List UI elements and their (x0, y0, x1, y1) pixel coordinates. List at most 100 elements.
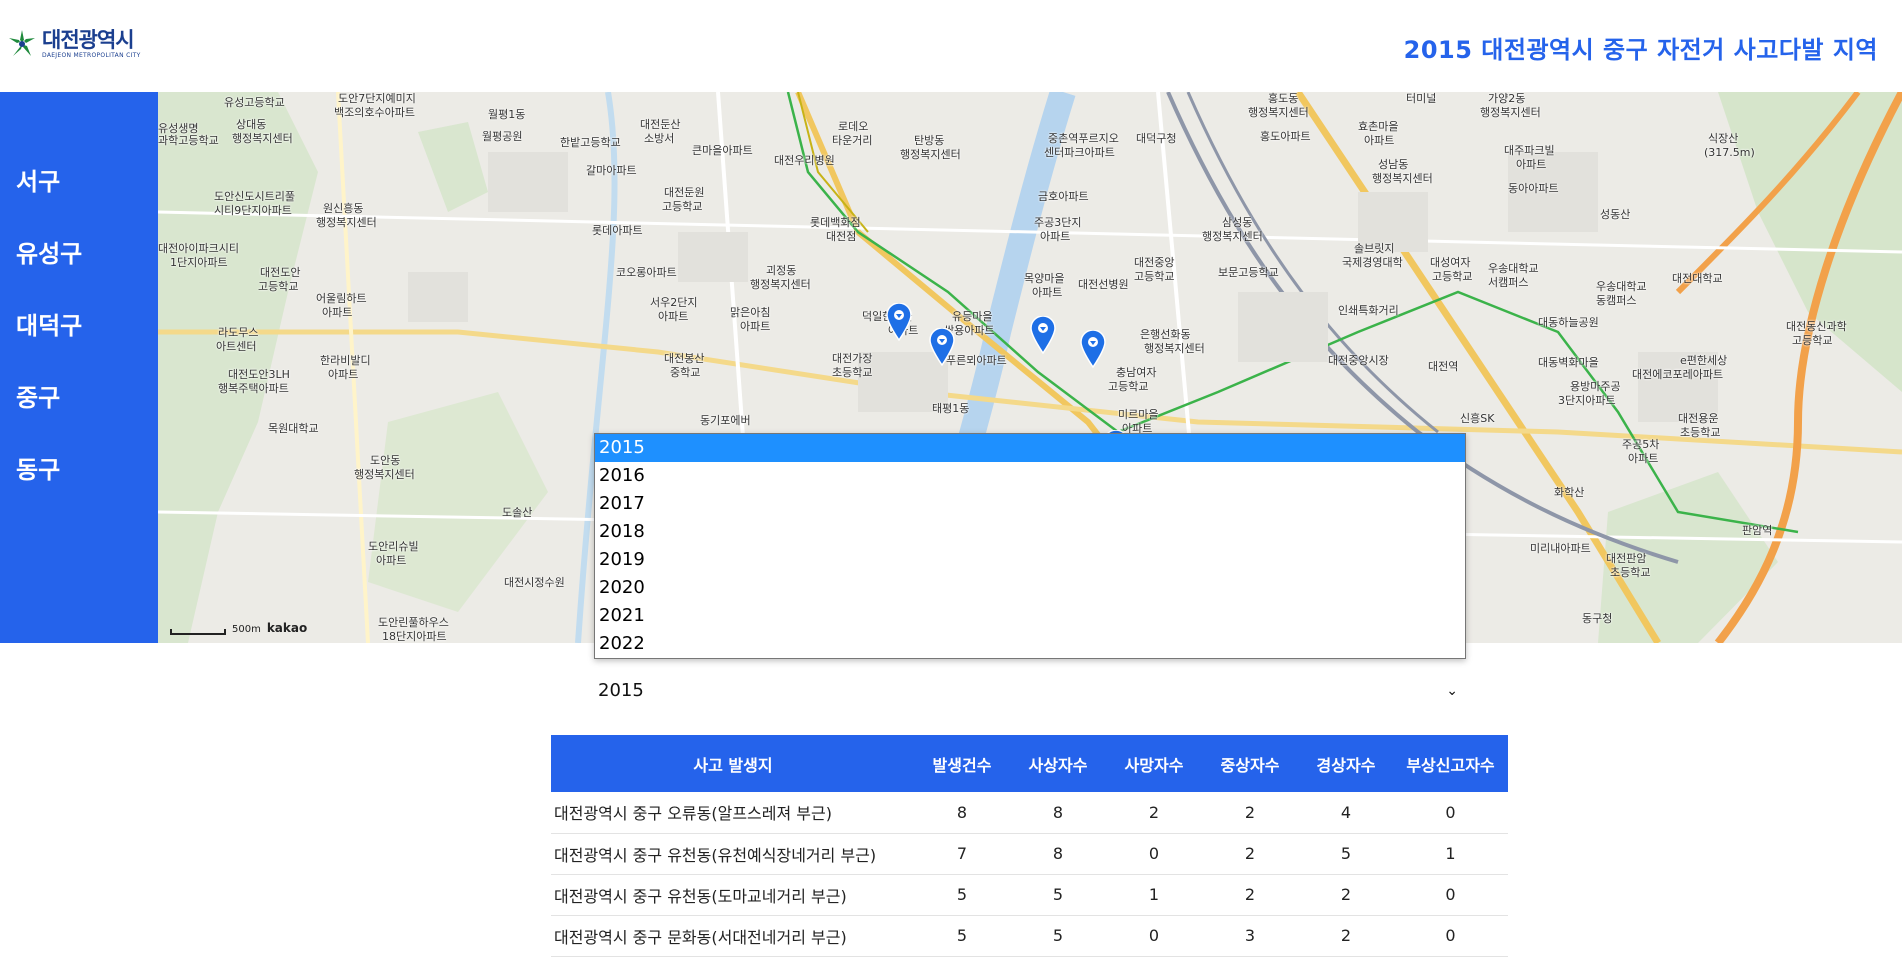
sidebar-item-jung-gu[interactable]: 중구 (0, 378, 158, 450)
map-label: 시티9단지아파트 (214, 204, 292, 217)
map-label: 행정복지센터 (750, 278, 811, 291)
map-label: 아파트 (376, 554, 407, 567)
map-label: 어울림하트 (316, 292, 367, 305)
year-option[interactable]: 2016 (595, 462, 1465, 490)
map-label: 대동하늘공원 (1538, 316, 1599, 329)
map-label: 금호아파트 (1038, 190, 1089, 203)
sidebar-item-daedeok-gu[interactable]: 대덕구 (0, 306, 158, 378)
cell-value: 5 (1299, 833, 1393, 875)
cell-value: 8 (1009, 792, 1107, 834)
map-label: 대성여자 (1430, 256, 1471, 269)
map-label: 대전판암 (1606, 552, 1647, 565)
map-label: 식장산 (1708, 132, 1739, 145)
map-label: 소방서 (644, 132, 675, 145)
map-label: 유등마을 (952, 310, 993, 323)
map-label: 월평공원 (482, 130, 523, 143)
map-label: 타운거리 (832, 134, 873, 147)
scale-text: 500m (232, 624, 261, 635)
header-casualties: 사상자수 (1009, 735, 1107, 792)
map-label: 괴정동 (766, 264, 797, 277)
map-label: 중촌역푸르지오 (1048, 132, 1119, 145)
map-label: 행복주택아파트 (218, 382, 289, 395)
map-label: 대전중앙시장 (1328, 354, 1389, 367)
accident-marker-icon[interactable] (1080, 330, 1106, 368)
year-option[interactable]: 2015 (595, 434, 1465, 462)
map-label: 우송대학교 (1596, 280, 1647, 293)
year-option[interactable]: 2021 (595, 602, 1465, 630)
accident-marker-icon[interactable] (886, 303, 912, 341)
year-option[interactable]: 2017 (595, 490, 1465, 518)
map-label: 대전우리병원 (774, 154, 835, 167)
map-label: 행정복지센터 (354, 468, 415, 481)
year-option[interactable]: 2018 (595, 518, 1465, 546)
map-label: 대전둔산 (640, 118, 681, 131)
map-label: 가양2동 (1488, 92, 1526, 105)
map-label: 서캠퍼스 (1488, 276, 1529, 289)
cell-value: 8 (915, 792, 1009, 834)
map-label: 고등학교 (258, 280, 299, 293)
map-label: 동아아파트 (1508, 182, 1559, 195)
map-label: 고등학교 (662, 200, 703, 213)
map-label: 은행선화동 (1140, 328, 1191, 341)
map-label: 코오롱아파트 (616, 266, 677, 279)
daejeon-logo[interactable]: 대전광역시 DAEJEON METROPOLITAN CITY (6, 28, 141, 60)
map-label: 대전용운 (1678, 412, 1719, 425)
sidebar-item-dong-gu[interactable]: 동구 (0, 450, 158, 522)
cell-value: 0 (1107, 833, 1201, 875)
map-label: 대전아이파크시티 (158, 242, 239, 255)
map-label: 아파트 (328, 368, 359, 381)
table-row: 대전광역시 중구 문화동(서대전네거리 부근) 5 5 0 3 2 0 (551, 915, 1508, 957)
map-label: 아트센터 (216, 340, 257, 353)
map-label: 터미널 (1406, 92, 1437, 105)
map-label: 3단지아파트 (1558, 394, 1616, 407)
map-label: 고등학교 (1792, 334, 1833, 347)
map-label: 미르마을 (1118, 408, 1159, 421)
year-dropdown-list[interactable]: 2015 2016 2017 2018 2019 2020 2021 2022 (594, 433, 1466, 659)
district-sidebar: 서구 유성구 대덕구 중구 동구 (0, 92, 158, 643)
map-label: 태평1동 (932, 402, 970, 415)
cell-value: 2 (1299, 874, 1393, 916)
map-label: 1단지아파트 (170, 256, 228, 269)
map-label: 홍도동 (1268, 92, 1299, 105)
map-label: 초등학교 (1680, 426, 1721, 439)
year-option[interactable]: 2020 (595, 574, 1465, 602)
map-label: 대덕구청 (1136, 132, 1177, 145)
cell-value: 0 (1393, 874, 1508, 916)
year-option[interactable]: 2019 (595, 546, 1465, 574)
cell-value: 2 (1107, 792, 1201, 834)
map-label: 도안동 (370, 454, 401, 467)
accident-table: 사고 발생지 발생건수 사상자수 사망자수 중상자수 경상자수 부상신고자수 대… (551, 735, 1508, 957)
cell-value: 2 (1299, 915, 1393, 957)
map-label: 우송대학교 (1488, 262, 1539, 275)
logo-subtext: DAEJEON METROPOLITAN CITY (42, 51, 141, 59)
year-select[interactable]: 2015 ⌄ (594, 676, 1466, 706)
header: 대전광역시 DAEJEON METROPOLITAN CITY 2015 대전광… (0, 0, 1902, 92)
map-label: 월평1동 (488, 108, 526, 121)
map-label: 효촌마을 (1358, 120, 1399, 133)
cell-value: 5 (915, 874, 1009, 916)
map-label: 국제경영대학 (1342, 256, 1403, 269)
cell-value: 1 (1107, 874, 1201, 916)
map-label: 행정복지센터 (900, 148, 961, 161)
sidebar-item-seo-gu[interactable]: 서구 (0, 162, 158, 234)
map-label: 대전도안 (260, 266, 301, 279)
map-label: 동구청 (1582, 612, 1613, 625)
sidebar-item-yuseong-gu[interactable]: 유성구 (0, 234, 158, 306)
accident-marker-icon[interactable] (929, 328, 955, 366)
cell-value: 0 (1393, 792, 1508, 834)
scale-line (170, 629, 226, 635)
map-label: 18단지아파트 (382, 630, 447, 643)
cell-value: 2 (1201, 833, 1299, 875)
map-label: 롯데아파트 (592, 224, 643, 237)
map-label: 한라비발디 (320, 354, 371, 367)
map-label: 도안리슈빌 (368, 540, 419, 553)
map-label: 아파트 (1516, 158, 1547, 171)
map-label: 도솔산 (502, 506, 533, 519)
accident-marker-icon[interactable] (1030, 316, 1056, 354)
kakao-logo[interactable]: kakao (267, 621, 307, 635)
map-label: 성동산 (1600, 208, 1631, 221)
year-option[interactable]: 2022 (595, 630, 1465, 658)
map-label: 행정복지센터 (1480, 106, 1541, 119)
map-label: 갈마아파트 (586, 164, 637, 177)
page-title: 2015 대전광역시 중구 자전거 사고다발 지역 (1403, 36, 1878, 64)
